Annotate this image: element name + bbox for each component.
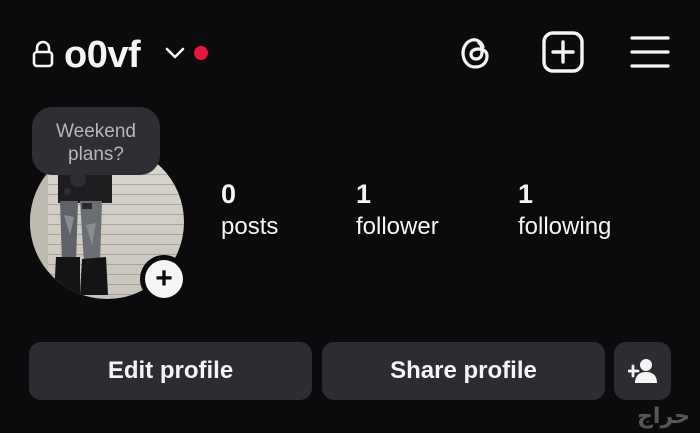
- edit-profile-button[interactable]: Edit profile: [29, 342, 312, 400]
- plus-square-icon[interactable]: [541, 30, 585, 74]
- profile-header: o0vf: [0, 0, 700, 110]
- add-story-button[interactable]: +: [140, 255, 188, 303]
- following-count: 1: [518, 179, 534, 209]
- followers-count: 1: [356, 179, 372, 209]
- stat-following[interactable]: 1 following: [518, 178, 611, 244]
- discover-people-button[interactable]: [614, 342, 671, 400]
- note-bubble[interactable]: Weekend plans?: [32, 107, 160, 175]
- lock-icon: [32, 40, 54, 68]
- threads-icon[interactable]: [453, 30, 497, 74]
- notification-dot: [194, 46, 208, 60]
- note-tail-small: [64, 188, 71, 195]
- hamburger-menu-icon[interactable]: [628, 30, 672, 74]
- note-tail: [70, 171, 86, 187]
- following-label: following: [518, 213, 612, 240]
- plus-icon: +: [145, 260, 183, 298]
- note-text: Weekend plans?: [56, 121, 136, 165]
- posts-count: 0: [221, 179, 237, 209]
- stat-followers[interactable]: 1 follower: [356, 178, 439, 244]
- stat-posts: 0 posts: [221, 178, 278, 244]
- add-person-icon: [628, 359, 657, 383]
- username[interactable]: o0vf: [64, 30, 141, 80]
- posts-label: posts: [221, 213, 279, 240]
- watermark: حراج: [637, 404, 690, 429]
- followers-label: follower: [356, 213, 439, 240]
- profile-page: o0vf Weekend plans? + 0 posts 1 follower…: [0, 0, 700, 433]
- share-profile-button[interactable]: Share profile: [322, 342, 605, 400]
- chevron-down-icon[interactable]: [164, 44, 186, 62]
